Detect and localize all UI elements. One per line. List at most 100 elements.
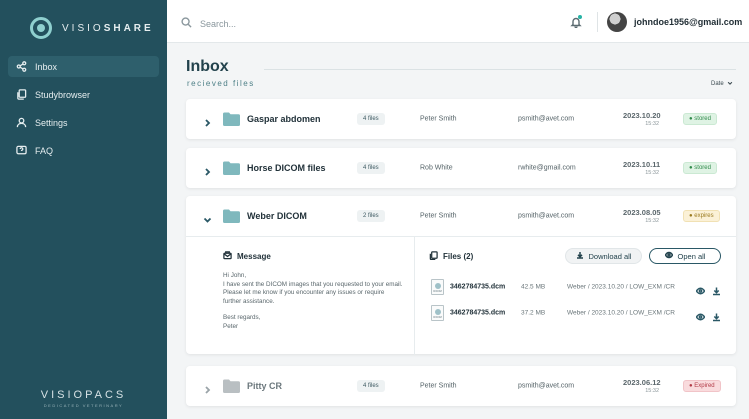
received-date: 2023.10.20 15:32 <box>623 111 661 127</box>
folder-icon <box>223 161 240 175</box>
sender-email: rwhite@gmail.com <box>518 164 576 172</box>
user-menu[interactable]: johndoe1956@gmail.com <box>607 12 749 32</box>
file-name: 3462784735.dcm <box>450 309 506 317</box>
status-badge: ● stored <box>683 113 717 125</box>
file-name: 3462784735.dcm <box>450 283 506 291</box>
sender-email: psmith@avet.com <box>518 382 575 390</box>
download-all-button[interactable]: Download all <box>565 248 642 264</box>
user-icon <box>15 117 27 129</box>
footer-tagline: DEDICATED VETERINARY <box>43 403 124 408</box>
sidebar-item-faq[interactable]: FAQ <box>8 140 159 161</box>
file-path: Weber / 2023.10.20 / LOW_EXM /CR <box>567 283 675 291</box>
chevron-right-icon[interactable] <box>203 115 212 127</box>
notifications-button[interactable] <box>570 15 584 29</box>
inbox-item-expanded: Weber DICOM 2 files Peter Smith psmith@a… <box>186 196 736 355</box>
file-row: 3462784735.dcm 42.5 MB Weber / 2023.10.2… <box>429 277 724 297</box>
chevron-down-icon <box>727 80 733 88</box>
sender-name: Peter Smith <box>420 212 457 220</box>
folder-icon <box>223 379 240 393</box>
files-title: Files (2) <box>443 251 474 261</box>
sender-name: Peter Smith <box>420 382 457 390</box>
notification-dot <box>578 15 582 19</box>
expanded-details: Message Hi John, I have sent the DICOM im… <box>186 236 736 355</box>
inbox-row[interactable]: Gaspar abdomen 4 files Peter Smith psmit… <box>186 99 736 139</box>
header-divider <box>597 12 598 32</box>
folder-icon <box>223 209 240 223</box>
file-size: 37.2 MB <box>521 309 546 317</box>
files-panel: Files (2) Download all Open all 34627847… <box>429 248 724 322</box>
sidebar-item-inbox[interactable]: Inbox <box>8 56 159 77</box>
sidebar-item-label: Inbox <box>35 61 58 72</box>
inbox-item: Gaspar abdomen 4 files Peter Smith psmit… <box>186 99 736 139</box>
chevron-down-icon[interactable] <box>203 212 212 223</box>
file-count-badge: 2 files <box>357 210 385 222</box>
sidebar-item-studybrowser[interactable]: Studybrowser <box>8 84 159 105</box>
file-count-badge: 4 files <box>357 113 385 125</box>
question-icon <box>15 145 27 157</box>
chevron-right-icon[interactable] <box>203 164 212 176</box>
sort-label: Date <box>711 81 724 87</box>
folder-name: Weber DICOM <box>247 211 307 221</box>
sidebar-item-label: FAQ <box>35 145 54 156</box>
title-divider <box>264 69 736 70</box>
sender-email: psmith@avet.com <box>518 115 575 123</box>
file-count-badge: 4 files <box>357 162 385 174</box>
search-input[interactable] <box>200 19 400 29</box>
sort-dropdown[interactable]: Date <box>711 80 733 88</box>
sender-email: psmith@avet.com <box>518 212 575 220</box>
folder-name: Gaspar abdomen <box>247 114 321 124</box>
download-file-button[interactable] <box>712 309 721 322</box>
view-file-button[interactable] <box>695 309 706 321</box>
sidebar-item-settings[interactable]: Settings <box>8 112 159 133</box>
copy-icon <box>15 89 27 101</box>
panel-divider <box>414 237 415 355</box>
logo-icon <box>30 17 52 39</box>
download-file-button[interactable] <box>712 283 721 296</box>
file-count-badge: 4 files <box>357 380 385 392</box>
dicom-file-icon <box>431 305 444 321</box>
avatar <box>607 12 627 32</box>
sidebar-item-label: Studybrowser <box>35 89 91 100</box>
copy-icon <box>429 250 438 262</box>
inbox-row[interactable]: Pitty CR 4 files Peter Smith psmith@avet… <box>186 366 736 406</box>
status-badge: ● expires <box>683 210 720 222</box>
inbox-row[interactable]: Weber DICOM 2 files Peter Smith psmith@a… <box>186 196 736 236</box>
message-panel: Message Hi John, I have sent the DICOM im… <box>223 251 403 340</box>
app-logo[interactable]: VISIOSHARE <box>30 17 154 39</box>
download-icon <box>576 251 584 261</box>
file-row: 3462784735.dcm 37.2 MB Weber / 2023.10.2… <box>429 303 724 323</box>
footer-brand: VISIOPACS <box>40 389 127 401</box>
dicom-file-icon <box>431 279 444 295</box>
footer-logo: VISIOPACS DEDICATED VETERINARY <box>0 389 167 408</box>
inbox-item: Horse DICOM files 4 files Rob White rwhi… <box>186 148 736 188</box>
search-bar <box>181 15 400 33</box>
page-subtitle: recieved files <box>187 79 255 88</box>
folder-name: Horse DICOM files <box>247 163 326 173</box>
received-date: 2023.08.05 15:32 <box>623 208 661 224</box>
status-badge: ● Expired <box>683 380 721 392</box>
search-icon <box>181 15 192 33</box>
inbox-item: Pitty CR 4 files Peter Smith psmith@avet… <box>186 366 736 406</box>
page-title: Inbox <box>186 58 229 75</box>
sidebar-item-label: Settings <box>35 117 68 128</box>
folder-name: Pitty CR <box>247 381 283 391</box>
sender-name: Peter Smith <box>420 115 457 123</box>
sender-name: Rob White <box>420 164 453 172</box>
message-title: Message <box>237 252 271 261</box>
status-badge: ● stored <box>683 162 717 174</box>
user-email: johndoe1956@gmail.com <box>634 17 743 27</box>
message-header: Message <box>223 251 403 262</box>
top-header: johndoe1956@gmail.com <box>167 0 749 43</box>
chevron-right-icon[interactable] <box>203 382 212 394</box>
view-file-button[interactable] <box>695 283 706 295</box>
received-date: 2023.10.11 15:32 <box>623 160 661 176</box>
sidebar: VISIOSHARE Inbox Studybrowser Settings F… <box>0 0 167 419</box>
inbox-row[interactable]: Horse DICOM files 4 files Rob White rwhi… <box>186 148 736 188</box>
logo-text: VISIOSHARE <box>62 22 154 34</box>
sidebar-nav: Inbox Studybrowser Settings FAQ <box>8 56 159 168</box>
open-all-button[interactable]: Open all <box>649 248 721 264</box>
message-body: Hi John, I have sent the DICOM images tha… <box>223 272 403 330</box>
eye-icon <box>664 251 673 261</box>
envelope-icon <box>223 251 232 262</box>
file-path: Weber / 2023.10.20 / LOW_EXM /CR <box>567 309 675 317</box>
